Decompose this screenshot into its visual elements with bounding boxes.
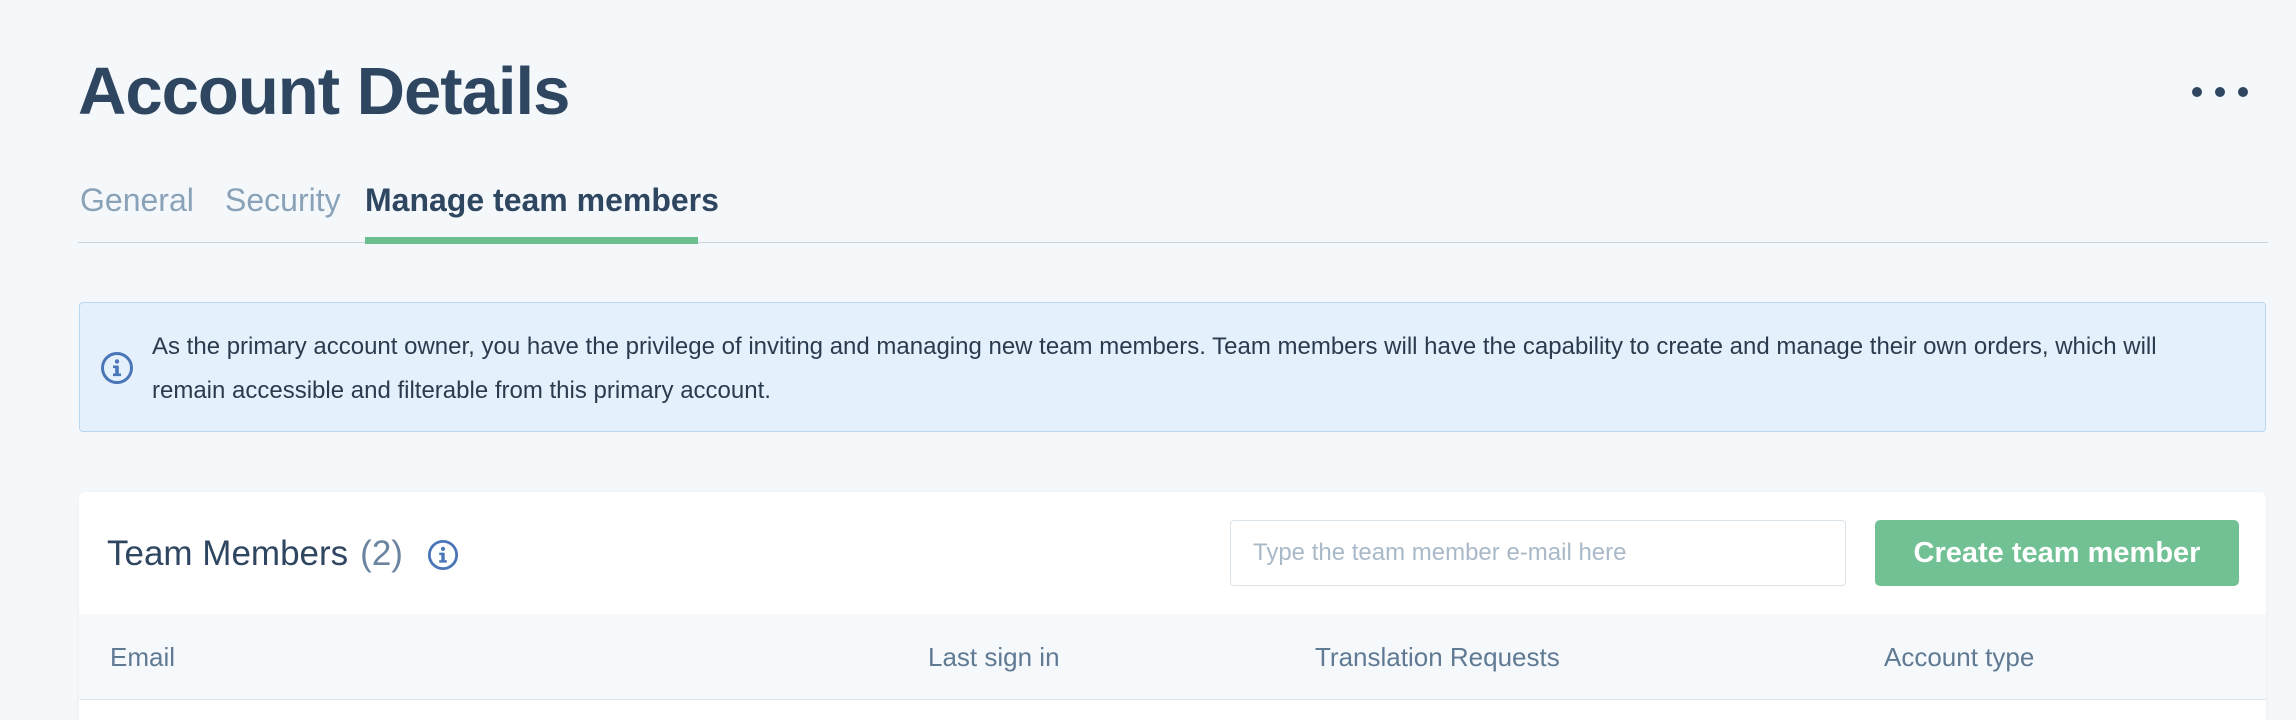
team-members-title: Team Members [107,534,349,573]
account-details-page: Account Details General Security Manage … [0,0,2296,720]
team-members-count: (2) [360,534,403,573]
info-icon[interactable] [427,538,459,571]
create-team-member-button[interactable]: Create team member [1875,520,2239,586]
team-members-card: Team Members (2) Create team member Emai… [79,492,2266,720]
info-icon [100,351,134,385]
info-banner-text: As the primary account owner, you have t… [152,333,2157,404]
active-tab-indicator [365,237,698,244]
account-tabs: General Security Manage team members [78,170,2268,244]
page-title: Account Details [78,54,570,129]
more-dot [2192,87,2202,97]
tab-general[interactable]: General [80,180,194,220]
more-options-icon[interactable] [2192,72,2248,112]
more-dot [2215,87,2225,97]
tab-manage-team-members[interactable]: Manage team members [365,180,719,220]
table-header: Email Last sign in Translation Requests … [79,614,2266,700]
column-header-account-type[interactable]: Account type [1884,640,2034,674]
team-member-email-input[interactable] [1230,520,1846,586]
team-members-heading: Team Members (2) [107,532,459,576]
column-header-translation-requests[interactable]: Translation Requests [1315,640,1560,674]
tab-security[interactable]: Security [225,180,341,220]
column-header-email[interactable]: Email [110,640,175,674]
more-dot [2238,87,2248,97]
info-banner: As the primary account owner, you have t… [79,302,2266,432]
column-header-last-sign-in[interactable]: Last sign in [928,640,1060,674]
